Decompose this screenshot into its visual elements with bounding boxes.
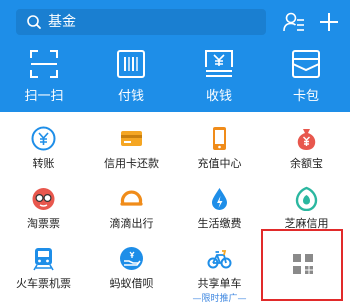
service-topup[interactable]: 充值中心 (176, 118, 263, 182)
scan-icon (30, 50, 58, 78)
service-label: 芝麻信用 (284, 217, 329, 230)
card-wallet-icon (292, 50, 320, 78)
service-label: 转账 (32, 157, 55, 170)
service-label: 火车票机票 (16, 277, 71, 290)
service-utilities[interactable]: 生活缴费 (176, 178, 263, 242)
service-jiebei[interactable]: 蚂蚁借呗 (88, 238, 175, 302)
service-label: 生活缴费 (197, 217, 242, 230)
search-icon (27, 15, 41, 29)
service-label: 滴滴出行 (109, 217, 154, 230)
service-transfer[interactable]: 转账 (0, 118, 87, 182)
service-credit-card[interactable]: 信用卡还款 (88, 118, 175, 182)
bicycle-icon (207, 250, 232, 269)
service-train-ticket[interactable]: 火车票机票 (0, 238, 87, 302)
utility-drop-icon (212, 188, 227, 210)
service-label: 淘票票 (27, 217, 60, 230)
more-grid-icon (293, 254, 313, 274)
service-label: 充值中心 (197, 157, 242, 170)
scan-label: 扫一扫 (24, 89, 64, 104)
service-bike-share[interactable]: 共享单车 —限时推广— (176, 238, 263, 304)
service-label: 余额宝 (290, 157, 323, 170)
didi-icon (120, 190, 143, 206)
service-taopiaopiao[interactable]: 淘票票 (0, 178, 87, 242)
service-yuebao[interactable]: 余额宝 (263, 118, 350, 182)
sesame-credit-icon (295, 186, 318, 211)
yen-receive-icon (205, 50, 233, 77)
service-didi[interactable]: 滴滴出行 (88, 178, 175, 242)
header-bar: 基金 扫一扫 付钱 收钱 卡包 (0, 0, 350, 112)
credit-card-icon (121, 131, 142, 146)
card-wallet-label: 卡包 (292, 89, 319, 104)
money-bag-icon (297, 129, 316, 150)
transfer-icon (31, 126, 56, 151)
card-wallet-button[interactable]: 卡包 (263, 44, 349, 104)
plus-icon[interactable] (318, 11, 340, 33)
pay-label: 付钱 (117, 89, 144, 104)
scan-button[interactable]: 扫一扫 (1, 44, 87, 104)
barcode-pay-icon (117, 50, 145, 78)
movie-ticket-icon (32, 188, 55, 210)
service-label: 信用卡还款 (104, 157, 159, 170)
pay-button[interactable]: 付钱 (88, 44, 174, 104)
phone-topup-icon (213, 127, 226, 150)
receive-button[interactable]: 收钱 (176, 44, 262, 104)
search-bar[interactable]: 基金 (16, 9, 266, 35)
search-text: 基金 (48, 14, 76, 30)
promo-tag: —限时推广— (192, 294, 247, 304)
contacts-icon[interactable] (282, 10, 306, 34)
train-icon (33, 248, 54, 271)
service-label: 共享单车 (197, 277, 242, 290)
service-label: 蚂蚁借呗 (109, 277, 154, 290)
more-services-button[interactable] (261, 229, 343, 301)
receive-label: 收钱 (205, 89, 232, 104)
borrow-hand-icon (120, 247, 143, 270)
